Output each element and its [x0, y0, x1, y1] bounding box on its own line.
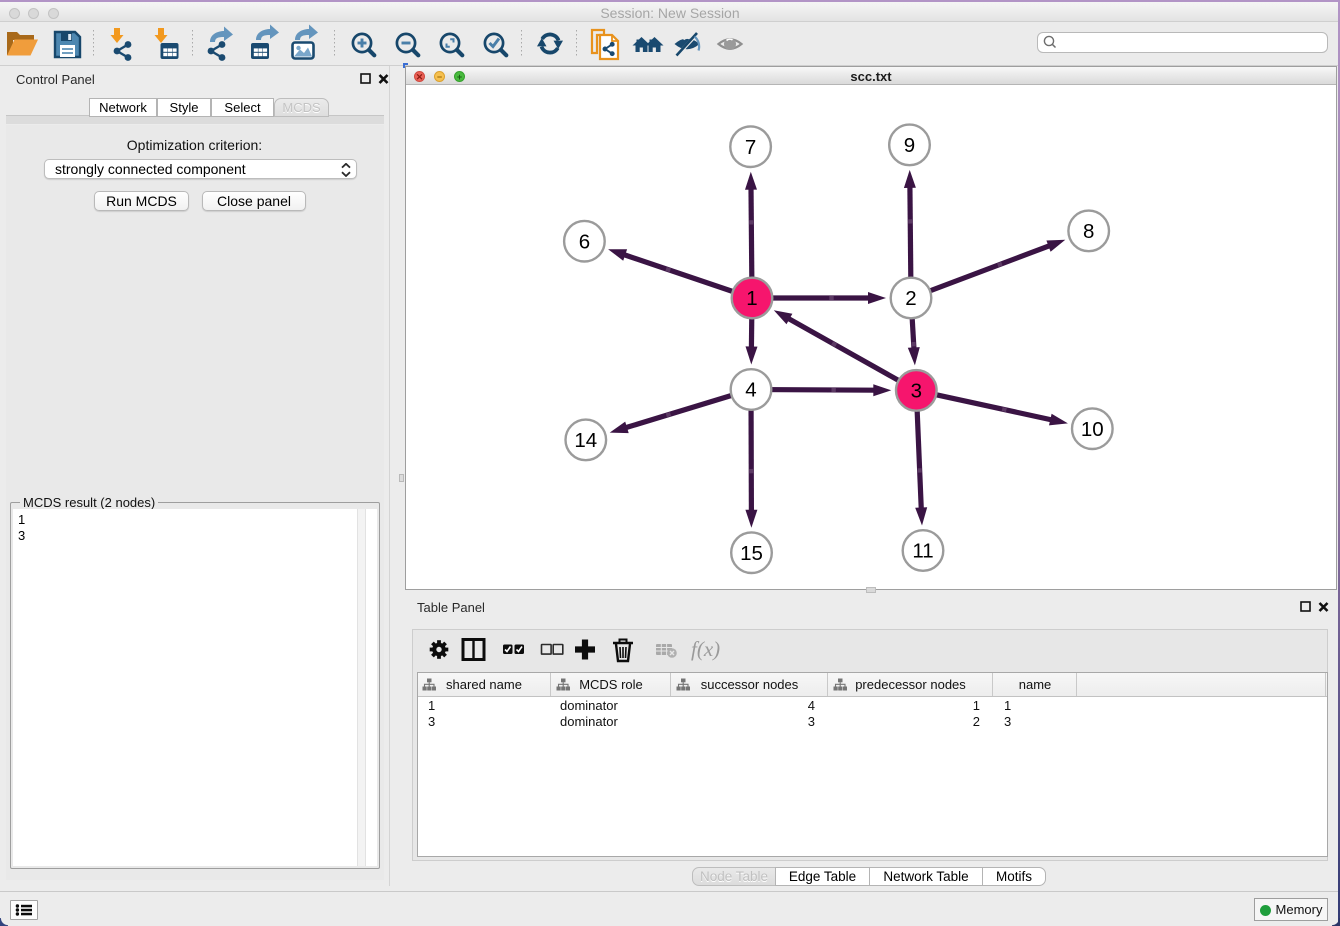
svg-text:8: 8: [1083, 220, 1094, 243]
svg-text:11: 11: [912, 540, 933, 563]
svg-text:4: 4: [745, 379, 756, 402]
svg-text:f(x): f(x): [691, 637, 720, 661]
svg-text:9: 9: [904, 134, 915, 157]
svg-text:1: 1: [746, 287, 757, 310]
svg-text:14: 14: [574, 429, 597, 452]
svg-text:10: 10: [1081, 418, 1104, 441]
svg-text:7: 7: [745, 136, 756, 159]
svg-text:15: 15: [740, 542, 763, 565]
svg-text:3: 3: [911, 380, 922, 403]
svg-text:2: 2: [905, 287, 916, 310]
svg-text:6: 6: [579, 230, 590, 253]
